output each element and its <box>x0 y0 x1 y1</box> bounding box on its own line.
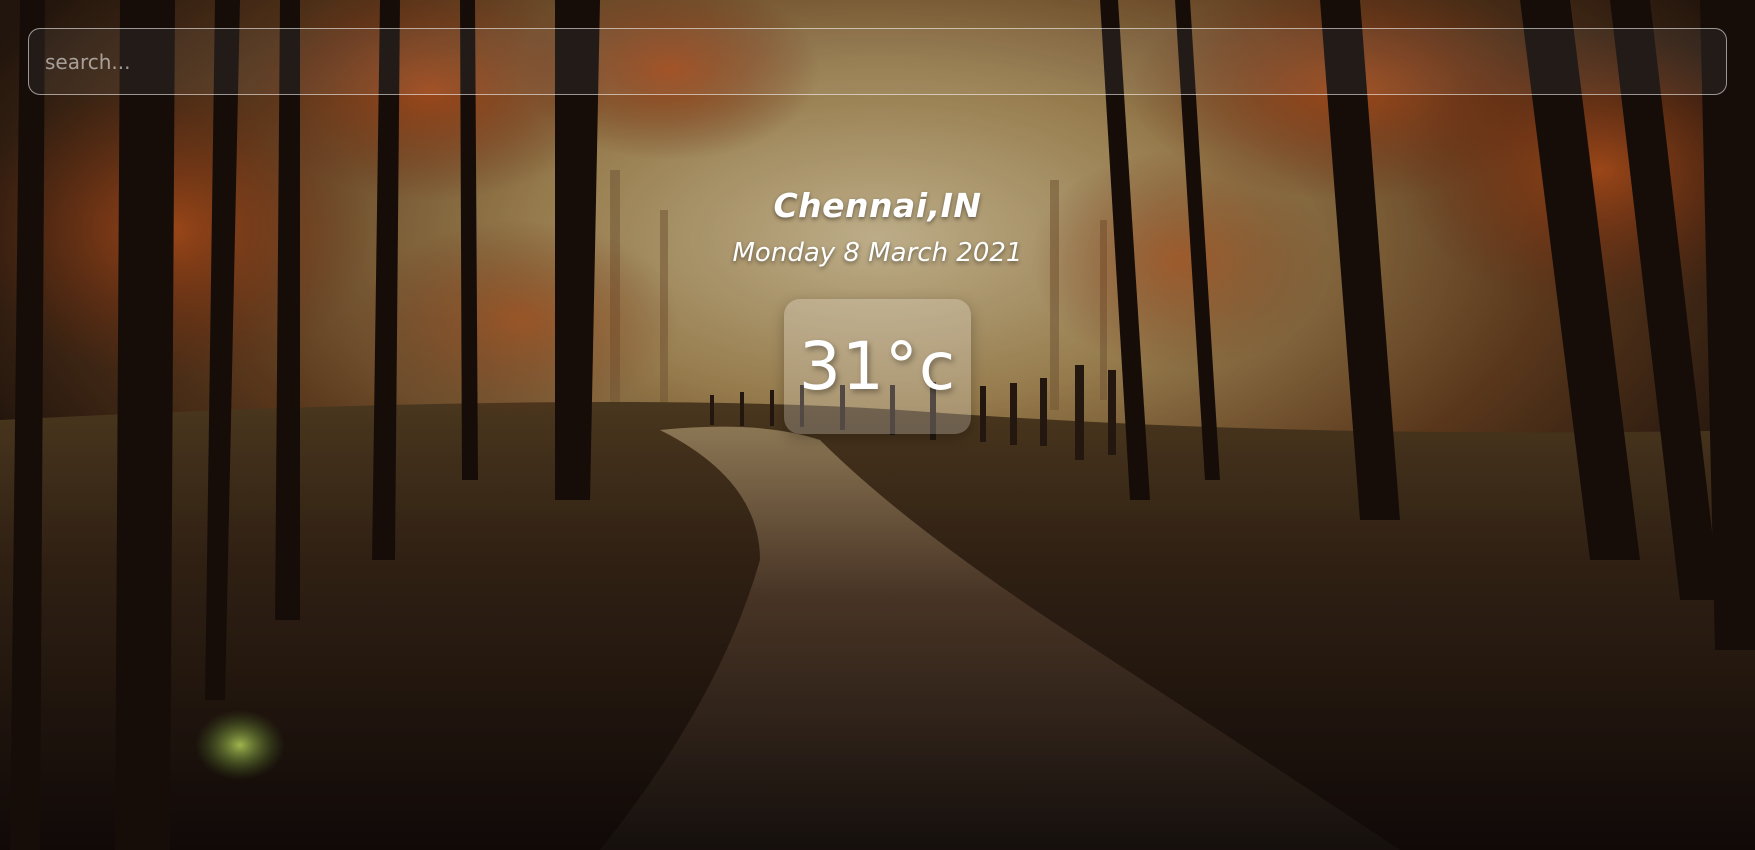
current-date: Monday 8 March 2021 <box>732 238 1023 268</box>
search-input[interactable] <box>29 29 1726 94</box>
search-bar[interactable] <box>28 28 1727 95</box>
temperature-card: 31°c <box>784 299 971 434</box>
temperature-value: 31°c <box>798 328 957 405</box>
location-title: Chennai,IN <box>773 186 982 225</box>
